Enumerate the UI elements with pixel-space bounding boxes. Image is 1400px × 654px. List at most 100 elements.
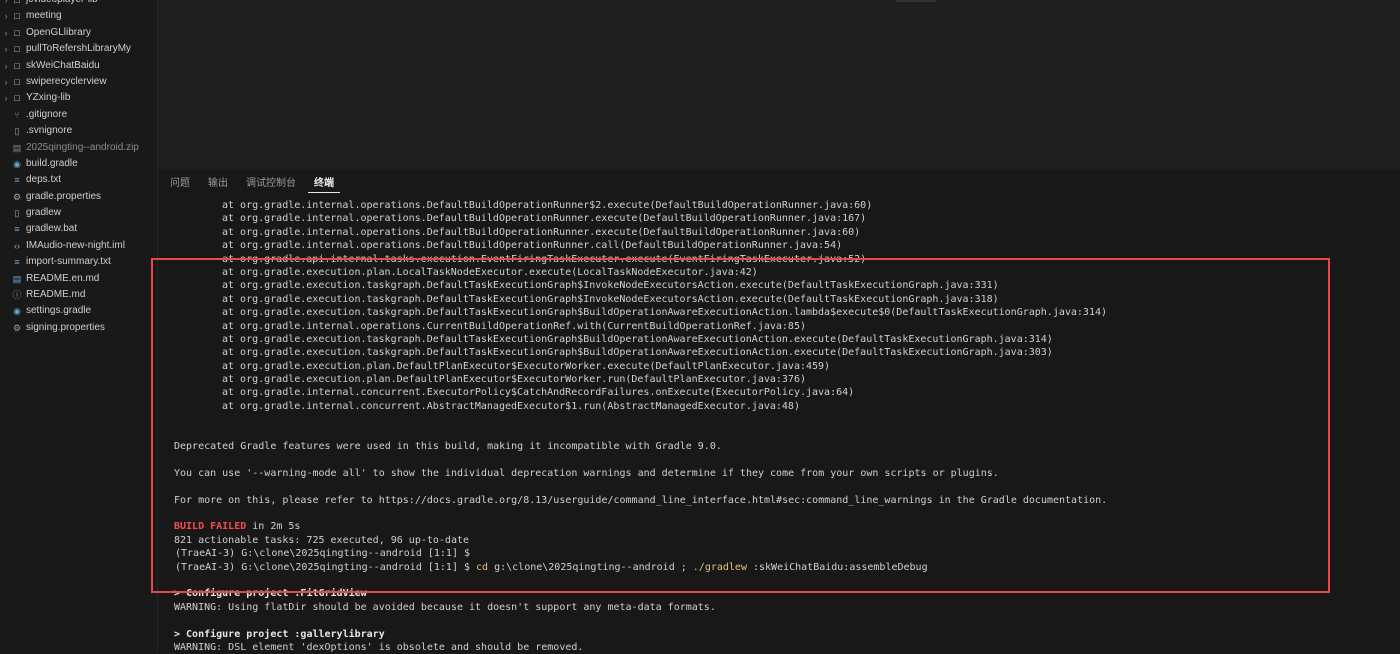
tree-item-label: gradlew.bat [26,223,78,235]
file-icon: ▯ [14,126,20,137]
tab-debug-console[interactable]: 调试控制台 [240,176,302,192]
warning-mode-message: You can use '--warning-mode all' to show… [174,467,999,479]
text-file-icon: ≡ [14,257,20,268]
warning-line-1: WARNING: Using flatDir should be avoided… [174,601,716,613]
terminal-output[interactable]: at org.gradle.internal.operations.Defaul… [174,199,1400,654]
tree-item-label: gradle.properties [26,190,102,202]
build-result: BUILD FAILED in 2m 5s [174,520,1400,533]
gradle-icon: ◉ [13,158,21,169]
gear-icon: ⚙ [12,191,22,202]
chevron-right-icon: › [4,76,8,87]
stack-trace-line: at org.gradle.internal.operations.Curren… [222,320,806,332]
folder-icon: □ [14,44,20,55]
folder-icon: □ [14,11,20,22]
tree-item-label: meeting [26,10,62,22]
stack-trace-line: at org.gradle.internal.operations.Defaul… [222,240,843,252]
prompt-line-1: (TraeAI-3) G:\clone\2025qingting--androi… [174,547,1400,560]
bottom-panel: 问题 输出 调试控制台 终端 at org.gradle.internal.op… [158,170,1400,653]
tree-file[interactable]: ▯ gradlew [0,205,157,221]
tree-file[interactable]: ⑂ .gitignore [0,107,157,123]
prompt-line-2: (TraeAI-3) G:\clone\2025qingting--androi… [174,561,1400,574]
tree-item-label: gradlew [26,207,62,219]
stack-trace-line: at org.gradle.execution.plan.DefaultPlan… [222,360,831,372]
file-icon: ▯ [14,208,20,219]
prompt-text: (TraeAI-3) G:\clone\2025qingting--androi… [175,548,471,560]
tree-item-label: deps.txt [26,174,62,186]
tree-folder[interactable]: › □ jcvideoplayer-lib [0,0,157,8]
tree-item-label: swiperecyclerview [26,75,107,87]
stack-trace-line: at org.gradle.internal.operations.Defaul… [222,226,861,238]
tree-item-label: build.gradle [26,157,78,169]
git-icon: ⑂ [14,109,20,120]
tree-folder[interactable]: › □ swiperecyclerview [0,74,157,90]
tree-item-label: .svnignore [26,125,73,137]
tree-file[interactable]: ⚙ signing.properties [0,320,157,336]
stack-trace: at org.gradle.internal.operations.Defaul… [174,199,1400,413]
chevron-right-icon: › [4,11,8,22]
tree-file[interactable]: ⓘ README.md [0,287,157,303]
tree-item-label: pullToRefershLibraryMy [26,43,132,55]
tree-item-label: signing.properties [26,321,105,333]
command-task: :skWeiChatBaidu:assembleDebug [746,561,928,573]
tree-file[interactable]: ≡ gradlew.bat [0,221,157,237]
folder-icon: □ [14,0,20,5]
prompt-text: (TraeAI-3) G:\clone\2025qingting--androi… [175,561,477,573]
editor-area[interactable] [158,0,1400,170]
command-gradlew: ./gradlew [692,561,747,573]
gear-icon: ⚙ [12,322,22,333]
tree-file[interactable]: ≡ import-summary.txt [0,254,157,270]
folder-icon: □ [14,93,20,104]
chevron-right-icon: › [4,60,8,71]
panel-tabs: 问题 输出 调试控制台 终端 [158,176,340,194]
tree-folder[interactable]: › □ OpenGLlibrary [0,25,157,41]
tab-output[interactable]: 输出 [202,176,234,192]
tab-problems[interactable]: 问题 [164,176,196,192]
editor-scroll-indicator [896,0,936,2]
stack-trace-line: at org.gradle.internal.concurrent.Abstra… [222,400,800,412]
tree-item-label: settings.gradle [26,305,92,317]
tree-folder[interactable]: › □ YZxing-lib [0,90,157,106]
tree-file[interactable]: ▯ .svnignore [0,123,157,139]
tree-item-label: README.en.md [26,272,100,284]
text-file-icon: ≡ [14,224,20,235]
xml-icon: ‹› [14,240,20,251]
tree-folder[interactable]: › □ skWeiChatBaidu [0,58,157,74]
tree-file[interactable]: ▤ README.en.md [0,271,157,287]
tree-file[interactable]: ⚙ gradle.properties [0,189,157,205]
docs-message: For more on this, please refer to https:… [174,494,1108,506]
stack-trace-line: at org.gradle.execution.plan.DefaultPlan… [222,374,806,386]
tree-item-label: .gitignore [26,108,68,120]
configure-project-2: > Configure project :gallerylibrary [174,628,385,640]
tasks-summary: 821 actionable tasks: 725 executed, 96 u… [174,534,470,546]
stack-trace-line: at org.gradle.internal.operations.Defaul… [222,200,873,211]
stack-trace-line: at org.gradle.execution.taskgraph.Defaul… [222,307,1108,319]
tree-file[interactable]: ◉ build.gradle [0,156,157,172]
tree-item-label: jcvideoplayer-lib [26,0,98,8]
tree-file[interactable]: ‹› IMAudio-new-night.iml [0,238,157,254]
tree-item-label: YZxing-lib [26,92,71,104]
configure-project-1: > Configure project :FitGridView [174,588,367,600]
warning-line-2: WARNING: DSL element 'dexOptions' is obs… [174,641,584,653]
stack-trace-line: at org.gradle.internal.concurrent.Execut… [222,387,855,399]
tree-folder[interactable]: › □ pullToRefershLibraryMy [0,41,157,57]
folder-icon: □ [14,76,20,87]
tab-terminal[interactable]: 终端 [308,176,340,193]
tree-folder[interactable]: › □ meeting [0,8,157,24]
explorer-sidebar: › □ jcvideoplayer-lib › □ meeting › □ OpenGLlibr… [0,0,158,653]
stack-trace-line: at org.gradle.execution.taskgraph.Defaul… [222,280,999,292]
chevron-right-icon: › [4,93,8,104]
tree-file[interactable]: ◉ settings.gradle [0,303,157,319]
command-path: g:\clone\2025qingting--android ; [488,561,693,573]
tree-item-label: README.md [26,289,86,301]
file-tree: › □ jcvideoplayer-lib › □ meeting › □ OpenGLlibr… [0,0,157,336]
tree-item-label: 2025qingting--android.zip [26,141,139,153]
stack-trace-line: at org.gradle.execution.taskgraph.Defaul… [222,293,999,305]
stack-trace-line: at org.gradle.internal.operations.Defaul… [222,213,867,225]
tree-file[interactable]: ▤ 2025qingting--android.zip [0,140,157,156]
gradle-icon: ◉ [13,306,21,317]
tree-file[interactable]: ≡ deps.txt [0,172,157,188]
tree-item-label: import-summary.txt [26,256,111,268]
stack-trace-line: at org.gradle.api.internal.tasks.executi… [222,253,867,265]
tree-item-label: OpenGLlibrary [26,26,92,38]
stack-trace-line: at org.gradle.execution.plan.LocalTaskNo… [222,266,758,278]
